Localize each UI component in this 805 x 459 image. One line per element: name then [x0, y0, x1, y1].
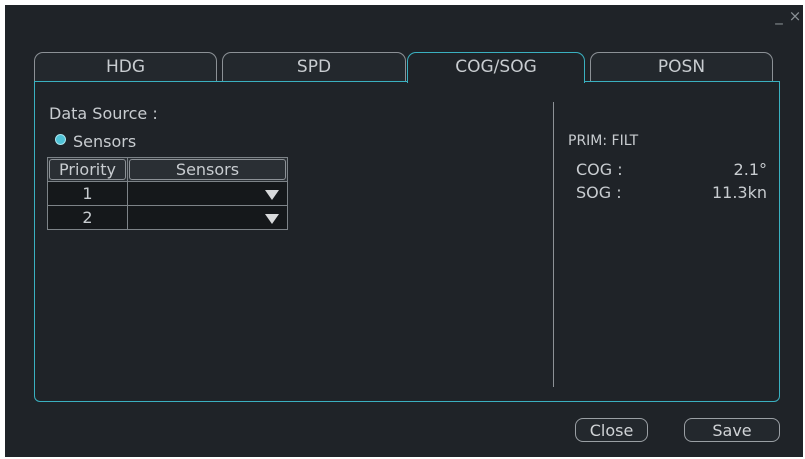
cog-sog-panel: Data Source : Sensors Priority Sensors 1…: [34, 81, 780, 402]
cog-label: COG :: [576, 160, 623, 179]
save-button[interactable]: Save: [684, 418, 780, 442]
close-button[interactable]: Close: [575, 418, 648, 442]
priority-cell: 1: [47, 181, 128, 206]
table-row: 1: [47, 181, 288, 206]
tab-hdg[interactable]: HDG: [34, 52, 217, 82]
sensors-radio[interactable]: [55, 134, 66, 145]
cog-value: 2.1°: [733, 160, 767, 179]
sensor-priority-table: Priority Sensors 1 2: [47, 157, 288, 230]
tab-spd[interactable]: SPD: [222, 52, 406, 82]
table-row: 2: [47, 205, 288, 230]
minimize-icon[interactable]: _: [773, 7, 785, 25]
sensor-dropdown[interactable]: [127, 205, 288, 230]
dropdown-arrow-icon[interactable]: [265, 214, 279, 224]
sensors-radio-label[interactable]: Sensors: [73, 132, 136, 151]
tab-cog-sog[interactable]: COG/SOG: [407, 52, 585, 83]
table-header-row: Priority Sensors: [47, 157, 288, 182]
mode-status: PRIM: FILT: [568, 133, 639, 149]
data-source-label: Data Source :: [49, 104, 158, 123]
tab-posn[interactable]: POSN: [590, 52, 773, 82]
priority-column-header: Priority: [47, 157, 128, 182]
dropdown-arrow-icon[interactable]: [265, 190, 279, 200]
sog-value: 11.3kn: [711, 183, 767, 202]
sensors-column-header: Sensors: [127, 157, 288, 182]
vertical-divider: [553, 102, 554, 387]
sensor-dropdown[interactable]: [127, 181, 288, 206]
title-bar: _ ×: [5, 5, 803, 27]
close-window-icon[interactable]: ×: [788, 7, 802, 25]
cog-sog-settings-dialog: _ × HDG SPD COG/SOG POSN Data Source : S…: [5, 5, 803, 457]
priority-cell: 2: [47, 205, 128, 230]
sog-label: SOG :: [576, 183, 622, 202]
